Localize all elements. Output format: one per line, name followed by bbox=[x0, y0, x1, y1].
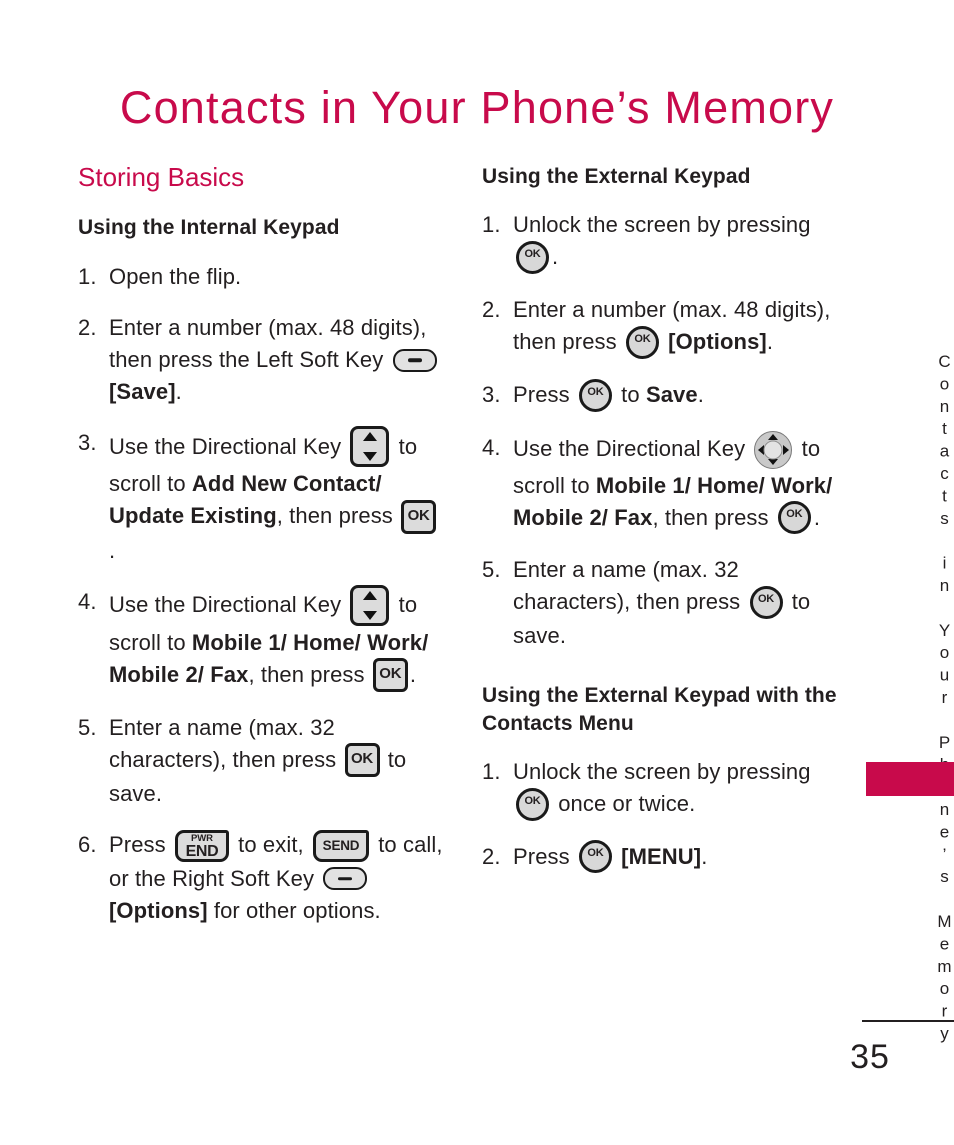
step-number: 5. bbox=[482, 557, 501, 583]
ok-circle-key-icon: OK bbox=[516, 241, 549, 275]
step-number: 1. bbox=[78, 263, 97, 289]
end-label: END bbox=[185, 842, 219, 860]
soft-key-icon bbox=[392, 348, 437, 372]
step-item: 6. Press PWR END to exit, SEND to call, or… bbox=[78, 829, 444, 926]
emphasis-text: [Options] bbox=[668, 329, 767, 355]
directional-key-updown-icon bbox=[350, 584, 390, 626]
step-text: Press OK to Save. bbox=[513, 378, 704, 412]
step-number: 3. bbox=[482, 381, 501, 407]
ok-key-icon: OK bbox=[344, 743, 380, 778]
arrow-down-icon bbox=[362, 610, 377, 620]
step-item: 2. Enter a number (max. 48 digits), then … bbox=[78, 312, 444, 408]
soft-key-icon bbox=[323, 867, 368, 891]
step-number: 5. bbox=[78, 715, 97, 741]
right-column: Using the External Keypad 1. Unlock the s… bbox=[482, 163, 848, 874]
content-columns: Storing Basics Using the Internal Keypad… bbox=[78, 163, 848, 927]
subsection-title-internal-keypad: Using the Internal Keypad bbox=[78, 215, 340, 239]
ok-circle-key-icon: OK bbox=[777, 501, 811, 535]
step-number: 2. bbox=[482, 843, 501, 869]
directional-key-updown-icon bbox=[350, 426, 390, 468]
step-text: Use the Directional Key to scroll to Mob… bbox=[109, 584, 428, 693]
emphasis-text: Add New Contact/ Update Existing bbox=[109, 471, 382, 529]
left-column: Storing Basics Using the Internal Keypad… bbox=[78, 163, 444, 927]
step-number: 2. bbox=[78, 315, 97, 340]
ok-circle-key-icon: OK bbox=[578, 840, 612, 874]
step-item: 4. Use the Directional Key to scroll to M… bbox=[78, 584, 444, 693]
ok-circle-key-icon: OK bbox=[749, 586, 783, 620]
step-item: 3. Press OK to Save. bbox=[482, 378, 848, 413]
emphasis-text: [Save] bbox=[109, 379, 176, 405]
step-text: Unlock the screen by pressing OK. bbox=[513, 212, 811, 275]
arrow-down-icon bbox=[362, 452, 377, 462]
section-title-storing-basics: Storing Basics bbox=[78, 162, 245, 192]
step-number: 4. bbox=[78, 588, 97, 614]
ok-circle-key-icon: OK bbox=[516, 787, 549, 821]
step-item: 2. Press OK [MENU]. bbox=[482, 840, 848, 875]
steps-list-internal-keypad: 1. Open the flip. 2. Enter a number (max. 4… bbox=[78, 261, 444, 927]
step-item: 3. Use the Directional Key to scroll to A… bbox=[78, 426, 444, 566]
arrow-up-icon bbox=[362, 432, 377, 442]
arrow-down-icon bbox=[768, 459, 779, 466]
dpad-center-icon bbox=[763, 440, 783, 460]
step-number: 1. bbox=[482, 758, 501, 784]
arrow-up-icon bbox=[362, 590, 377, 600]
subsection-title-external-keypad-contacts-menu: Using the External Keypad with the Conta… bbox=[482, 684, 837, 735]
step-item: 1. Unlock the screen by pressing OK. bbox=[482, 209, 848, 275]
ok-key-icon: OK bbox=[401, 499, 437, 534]
step-item: 2. Enter a number (max. 48 digits), then … bbox=[482, 294, 848, 360]
step-text: Enter a name (max. 32 characters), then … bbox=[109, 715, 407, 807]
step-text: Press OK [MENU]. bbox=[513, 840, 707, 874]
ok-key-icon: OK bbox=[372, 658, 408, 693]
step-text: Enter a number (max. 48 digits), then pr… bbox=[513, 297, 830, 359]
step-item: 4. Use the Directional Key to scroll to M… bbox=[482, 430, 848, 536]
emphasis-text: [MENU] bbox=[621, 843, 702, 869]
step-number: 4. bbox=[482, 434, 501, 460]
step-text: Press PWR END to exit, SEND to call, or t… bbox=[109, 829, 443, 923]
side-tab-marker bbox=[866, 762, 954, 796]
step-text: Enter a number (max. 48 digits), then pr… bbox=[109, 315, 440, 404]
steps-list-external-keypad: 1. Unlock the screen by pressing OK. 2. Ent… bbox=[482, 209, 848, 652]
directional-key-4way-icon bbox=[754, 430, 793, 469]
step-item: 1. Open the flip. bbox=[78, 261, 444, 293]
step-item: 5. Enter a name (max. 32 characters), the… bbox=[482, 554, 848, 652]
step-number: 2. bbox=[482, 297, 501, 323]
arrow-right-icon bbox=[782, 444, 789, 455]
subsection-title-external-keypad: Using the External Keypad bbox=[482, 165, 751, 188]
emphasis-text: Save bbox=[645, 381, 698, 407]
send-key-icon: SEND bbox=[313, 829, 369, 862]
step-text: Use the Directional Key to scroll to Mob… bbox=[513, 430, 832, 535]
step-text: Use the Directional Key to scroll to Add… bbox=[109, 426, 438, 563]
ok-circle-key-icon: OK bbox=[578, 378, 612, 412]
steps-list-external-keypad-contacts-menu: 1. Unlock the screen by pressing OK once … bbox=[482, 756, 848, 874]
step-text: Unlock the screen by pressing OK once or… bbox=[513, 759, 811, 821]
soft-key-dash-icon bbox=[338, 877, 353, 881]
page-title: Contacts in Your Phone’s Memory bbox=[119, 82, 835, 134]
step-text: Enter a name (max. 32 characters), then … bbox=[513, 557, 811, 649]
step-number: 3. bbox=[78, 430, 97, 456]
step-item: 5. Enter a name (max. 32 characters), the… bbox=[78, 712, 444, 810]
side-tab-label: Contacts in Your Phone’s Memory bbox=[935, 352, 954, 1047]
pwr-end-key-icon: PWR END bbox=[174, 829, 229, 862]
page-number: 35 bbox=[850, 1038, 890, 1076]
ok-circle-key-icon: OK bbox=[625, 325, 659, 359]
step-number: 6. bbox=[78, 832, 97, 858]
step-text: Open the flip. bbox=[109, 263, 242, 289]
step-item: 1. Unlock the screen by pressing OK once … bbox=[482, 756, 848, 822]
step-number: 1. bbox=[482, 212, 501, 238]
soft-key-dash-icon bbox=[407, 358, 422, 363]
emphasis-text: [Options] bbox=[109, 897, 208, 923]
footer-divider bbox=[862, 1020, 954, 1022]
